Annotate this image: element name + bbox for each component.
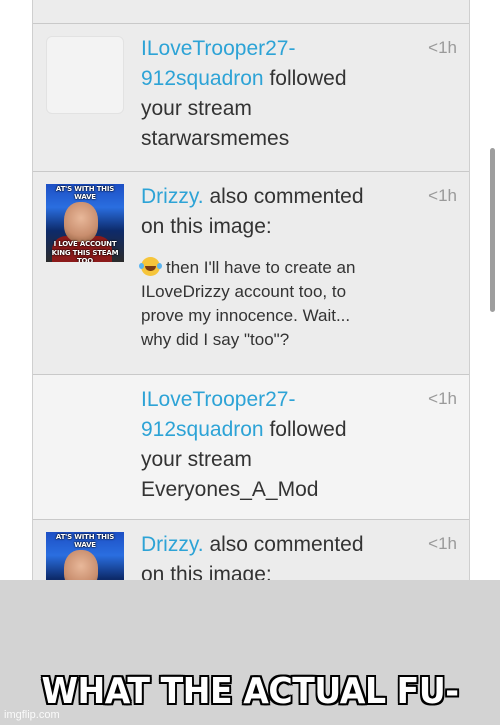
thumbnail-face	[64, 550, 98, 580]
meme-caption: WHAT THE ACTUAL FU-	[41, 671, 459, 712]
action-text: also commented	[209, 185, 364, 208]
watermark: imgflip.com	[4, 709, 60, 721]
action-text: your stream	[141, 448, 252, 471]
notification-text: ILoveTrooper27- 912squadron followed you…	[141, 34, 411, 154]
thumbnail-caption: KING THIS STEAM TOO	[51, 249, 119, 262]
timestamp: <1h	[428, 38, 457, 57]
action-text: followed	[269, 418, 347, 441]
notification-item-partial[interactable]	[33, 0, 469, 24]
notification-text: Drizzy. also commented on this image:	[141, 530, 411, 580]
username-link[interactable]: Drizzy.	[141, 533, 204, 556]
thumbnail-face	[64, 202, 98, 242]
laughing-emoji-icon	[139, 257, 160, 276]
username-link[interactable]: Drizzy.	[141, 185, 204, 208]
avatar-placeholder[interactable]	[46, 36, 124, 114]
notification-feed: ILoveTrooper27- 912squadron followed you…	[32, 0, 470, 580]
action-text: on this image:	[141, 563, 272, 580]
scrollbar[interactable]	[490, 148, 495, 312]
notification-item-follow[interactable]: ILoveTrooper27- 912squadron followed you…	[33, 375, 469, 520]
action-text: followed	[269, 67, 347, 90]
notification-item-comment[interactable]: AT'S WITH THIS WAVE I LOVE ACCOUNT KING …	[33, 172, 469, 375]
thumbnail-caption: I LOVE ACCOUNT	[53, 240, 117, 248]
thumbnail-caption: AT'S WITH THIS WAVE	[55, 185, 115, 201]
timestamp: <1h	[428, 534, 457, 553]
action-text: on this image:	[141, 215, 272, 238]
notification-item-comment[interactable]: AT'S WITH THIS WAVE Drizzy. also comment…	[33, 520, 469, 580]
image-thumbnail[interactable]: AT'S WITH THIS WAVE	[46, 532, 124, 580]
notification-text: Drizzy. also commented on this image:	[141, 182, 411, 242]
comment-text: then I'll have to create an ILoveDrizzy …	[139, 257, 356, 349]
timestamp: <1h	[428, 186, 457, 205]
username-link[interactable]: 912squadron	[141, 418, 264, 441]
stream-name[interactable]: starwarsmemes	[141, 127, 289, 150]
username-link[interactable]: ILoveTrooper27-	[141, 388, 295, 411]
username-link[interactable]: 912squadron	[141, 67, 264, 90]
timestamp: <1h	[428, 389, 457, 408]
action-text: also commented	[209, 533, 364, 556]
stream-name[interactable]: Everyones_A_Mod	[141, 478, 318, 501]
thumbnail-caption: AT'S WITH THIS WAVE	[55, 533, 115, 549]
notification-text: ILoveTrooper27- 912squadron followed you…	[141, 385, 411, 505]
notification-item-follow[interactable]: ILoveTrooper27- 912squadron followed you…	[33, 24, 469, 172]
image-thumbnail[interactable]: AT'S WITH THIS WAVE I LOVE ACCOUNT KING …	[46, 184, 124, 262]
username-link[interactable]: ILoveTrooper27-	[141, 37, 295, 60]
action-text: your stream	[141, 97, 252, 120]
